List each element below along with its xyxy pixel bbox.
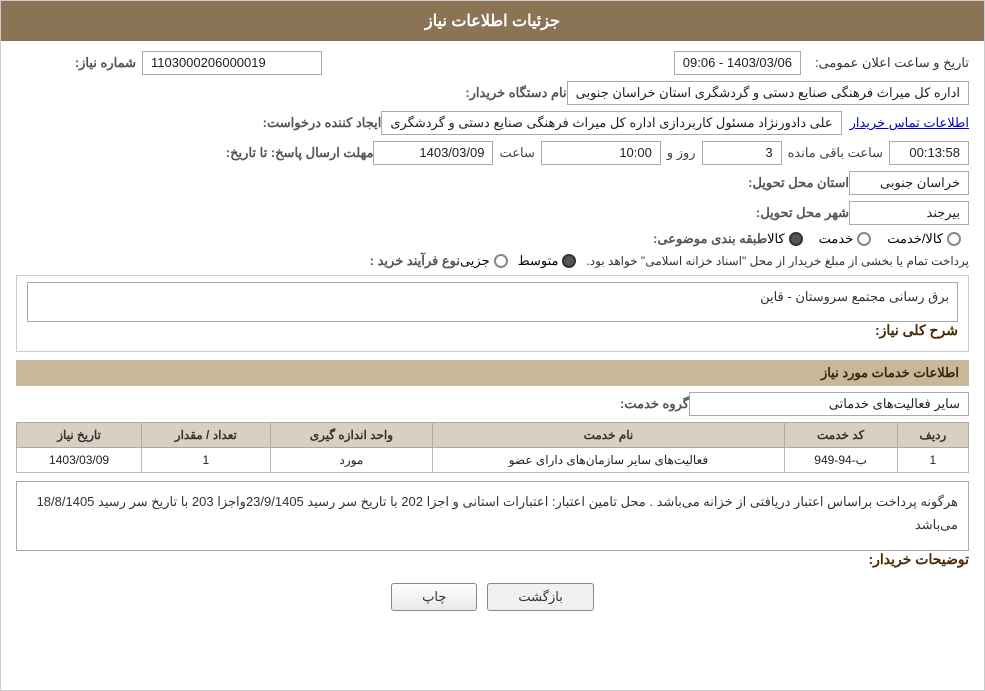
- general-desc-section: برق رسانی مجتمع سروستان - قاین شرح کلی ن…: [16, 275, 969, 352]
- purchase-option-motawaset[interactable]: متوسط: [518, 253, 577, 269]
- purchase-label-jozi: جزیی: [460, 253, 490, 269]
- deadline-section: 00:13:58 ساعت باقی مانده 3 روز و 10:00 س…: [373, 141, 969, 165]
- time-label: ساعت: [499, 145, 534, 161]
- col-date: تاریخ نیاز: [17, 423, 142, 448]
- purchase-note: پرداخت تمام یا بخشی از مبلغ خریدار از مح…: [586, 254, 969, 268]
- category-option-khadamat[interactable]: خدمت: [819, 231, 872, 247]
- service-group-label: گروه خدمت:: [569, 396, 689, 412]
- purchase-option-jozi[interactable]: جزیی: [460, 253, 508, 269]
- print-button[interactable]: چاپ: [391, 583, 477, 611]
- province-label: استان محل تحویل:: [729, 175, 849, 191]
- category-option-kala[interactable]: کالا: [767, 231, 803, 247]
- day-label: روز و: [667, 145, 696, 161]
- page-wrapper: جزئیات اطلاعات نیاز تاریخ و ساعت اعلان ع…: [0, 0, 985, 691]
- city-label: شهر محل تحویل:: [729, 205, 849, 221]
- col-quantity: تعداد / مقدار: [142, 423, 270, 448]
- category-label: طبقه بندی موضوعی:: [645, 231, 767, 247]
- page-title: جزئیات اطلاعات نیاز: [425, 13, 560, 30]
- buyer-notes-label: توضیحات خریدار:: [860, 551, 969, 568]
- table-header-row: ردیف کد خدمت نام خدمت واحد اندازه گیری ت…: [17, 423, 969, 448]
- services-section-header: اطلاعات خدمات مورد نیاز: [16, 360, 969, 386]
- need-number-value: 1103000206000019: [142, 51, 322, 75]
- requester-label: ایجاد کننده درخواست:: [255, 115, 382, 131]
- announcement-row: تاریخ و ساعت اعلان عمومی: 1403/03/06 - 0…: [16, 51, 969, 75]
- city-value: بیرجند: [849, 201, 969, 225]
- province-value: خراسان جنوبی: [849, 171, 969, 195]
- cell-code: ب-94-949: [784, 448, 897, 473]
- buyer-org-row: اداره کل میراث فرهنگی صنایع دستی و گردشگ…: [16, 81, 969, 105]
- deadline-row: 00:13:58 ساعت باقی مانده 3 روز و 10:00 س…: [16, 141, 969, 165]
- general-desc-label: شرح کلی نیاز:: [867, 322, 958, 339]
- cell-unit: مورد: [270, 448, 433, 473]
- announcement-label: تاریخ و ساعت اعلان عمومی:: [807, 55, 969, 71]
- province-row: خراسان جنوبی استان محل تحویل:: [16, 171, 969, 195]
- content-area: تاریخ و ساعت اعلان عمومی: 1403/03/06 - 0…: [1, 41, 984, 631]
- buyer-org-value: اداره کل میراث فرهنگی صنایع دستی و گردشگ…: [567, 81, 969, 105]
- col-row-num: ردیف: [897, 423, 968, 448]
- category-label-khadamat: خدمت: [819, 231, 854, 247]
- buyer-org-label: نام دستگاه خریدار:: [447, 85, 567, 101]
- deadline-label: مهلت ارسال پاسخ: تا تاریخ:: [218, 145, 374, 161]
- radio-icon: [947, 232, 961, 246]
- buyer-notes-value: هرگونه پرداخت براساس اعتبار دریافتی از خ…: [16, 481, 969, 551]
- category-label-kala: کالا: [767, 231, 785, 247]
- cell-row-num: 1: [897, 448, 968, 473]
- buttons-row: بازگشت چاپ: [16, 583, 969, 611]
- deadline-date: 1403/03/09: [373, 141, 493, 165]
- purchase-type-row: پرداخت تمام یا بخشی از مبلغ خریدار از مح…: [16, 253, 969, 269]
- service-group-value: سایر فعالیت‌های خدماتی: [689, 392, 969, 416]
- cell-name: فعالیت‌های سایر سازمان‌های دارای عضو: [433, 448, 784, 473]
- radio-icon-motawaset: [562, 254, 576, 268]
- category-option-kala-khadamat[interactable]: کالا/خدمت: [887, 231, 961, 247]
- category-radio-group: کالا/خدمت خدمت کالا: [767, 231, 961, 247]
- contact-link[interactable]: اطلاعات تماس خریدار: [850, 115, 969, 131]
- day-value: 3: [702, 141, 782, 165]
- purchase-radio-group: متوسط جزیی: [460, 253, 577, 269]
- cell-date: 1403/03/09: [17, 448, 142, 473]
- requester-name: علی دادورنژاد مسئول کاربردازی اداره کل م…: [381, 111, 841, 135]
- cell-quantity: 1: [142, 448, 270, 473]
- requester-row: اطلاعات تماس خریدار علی دادورنژاد مسئول …: [16, 111, 969, 135]
- radio-icon: [857, 232, 871, 246]
- buyer-notes-row: هرگونه پرداخت براساس اعتبار دریافتی از خ…: [16, 481, 969, 568]
- radio-icon-jozi: [494, 254, 508, 268]
- table-row: 1 ب-94-949 فعالیت‌های سایر سازمان‌های دا…: [17, 448, 969, 473]
- purchase-type-label: نوع فرآیند خرید :: [340, 253, 460, 269]
- remaining-value: 00:13:58: [889, 141, 969, 165]
- need-number-label: شماره نیاز:: [16, 55, 136, 71]
- general-desc-value: برق رسانی مجتمع سروستان - قاین: [27, 282, 958, 322]
- category-label-kala-khadamat: کالا/خدمت: [887, 231, 943, 247]
- service-group-row: سایر فعالیت‌های خدماتی گروه خدمت:: [16, 392, 969, 416]
- city-row: بیرجند شهر محل تحویل:: [16, 201, 969, 225]
- services-table: ردیف کد خدمت نام خدمت واحد اندازه گیری ت…: [16, 422, 969, 473]
- category-row: کالا/خدمت خدمت کالا طبقه بندی موضوعی:: [16, 231, 969, 247]
- general-desc-row: برق رسانی مجتمع سروستان - قاین شرح کلی ن…: [27, 282, 958, 339]
- col-name: نام خدمت: [433, 423, 784, 448]
- col-unit: واحد اندازه گیری: [270, 423, 433, 448]
- radio-icon-selected: [789, 232, 803, 246]
- back-button[interactable]: بازگشت: [487, 583, 593, 611]
- need-number-section: 1103000206000019 شماره نیاز:: [16, 51, 322, 75]
- announcement-section: تاریخ و ساعت اعلان عمومی: 1403/03/06 - 0…: [674, 51, 969, 75]
- remaining-label: ساعت باقی مانده: [788, 145, 883, 161]
- col-code: کد خدمت: [784, 423, 897, 448]
- time-value: 10:00: [541, 141, 661, 165]
- announcement-value: 1403/03/06 - 09:06: [674, 51, 801, 75]
- page-header: جزئیات اطلاعات نیاز: [1, 1, 984, 41]
- purchase-label-motawaset: متوسط: [518, 253, 559, 269]
